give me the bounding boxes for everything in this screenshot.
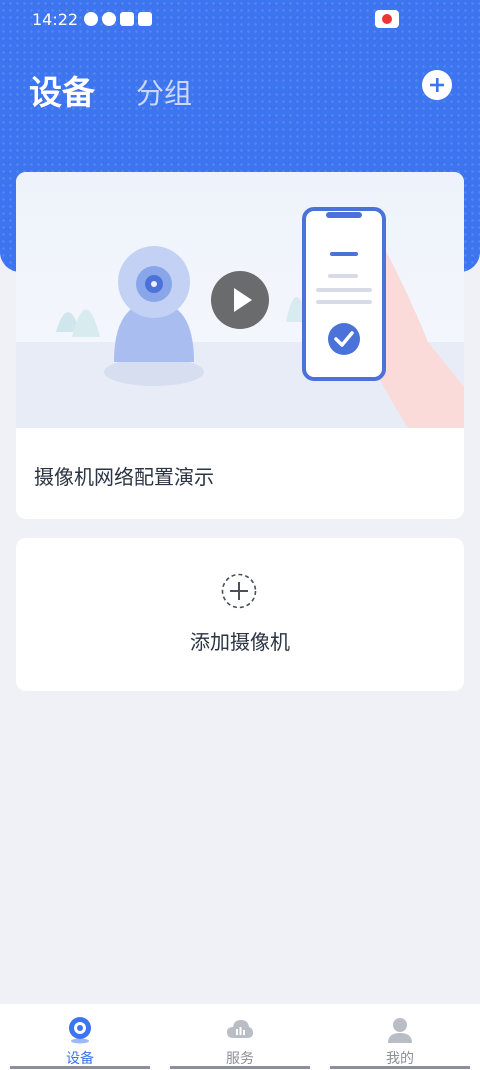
notification-icons (84, 12, 152, 26)
demo-video-card[interactable]: 摄像机网络配置演示 (16, 172, 464, 519)
demo-illustration (16, 172, 464, 428)
cloud-icon (227, 1020, 253, 1038)
add-camera-icon (221, 573, 257, 609)
nav-item-devices[interactable]: 设备 (0, 1004, 160, 1070)
plus-icon (430, 78, 444, 92)
add-camera-label: 添加摄像机 (190, 630, 290, 654)
k-icon (84, 12, 98, 26)
status-bar: 14:22 (0, 0, 480, 40)
add-device-button[interactable] (422, 70, 452, 100)
status-time: 14:22 (32, 10, 79, 29)
demo-card-title: 摄像机网络配置演示 (34, 465, 214, 489)
camera-recording-icon (375, 10, 399, 28)
bottom-navigation: 设备 服务 我的 (0, 1004, 480, 1070)
nav-label-services: 服务 (226, 1051, 254, 1067)
tab-devices[interactable]: 设备 (29, 66, 95, 114)
nav-item-me[interactable]: 我的 (320, 1004, 480, 1070)
play-icon[interactable] (210, 270, 270, 330)
app-icon (120, 12, 134, 26)
nav-item-services[interactable]: 服务 (160, 1004, 320, 1070)
weibo-icon (138, 12, 152, 26)
message-icon (102, 12, 116, 26)
nav-label-me: 我的 (386, 1051, 414, 1067)
tab-groups[interactable]: 分组 (136, 72, 192, 112)
camera-icon (69, 1017, 91, 1044)
nav-label-devices: 设备 (66, 1051, 94, 1067)
add-camera-card[interactable]: 添加摄像机 (16, 538, 464, 691)
nav-indicator (170, 1066, 310, 1069)
nav-indicator (330, 1066, 470, 1069)
person-icon (388, 1018, 412, 1043)
nav-indicator (10, 1066, 150, 1069)
